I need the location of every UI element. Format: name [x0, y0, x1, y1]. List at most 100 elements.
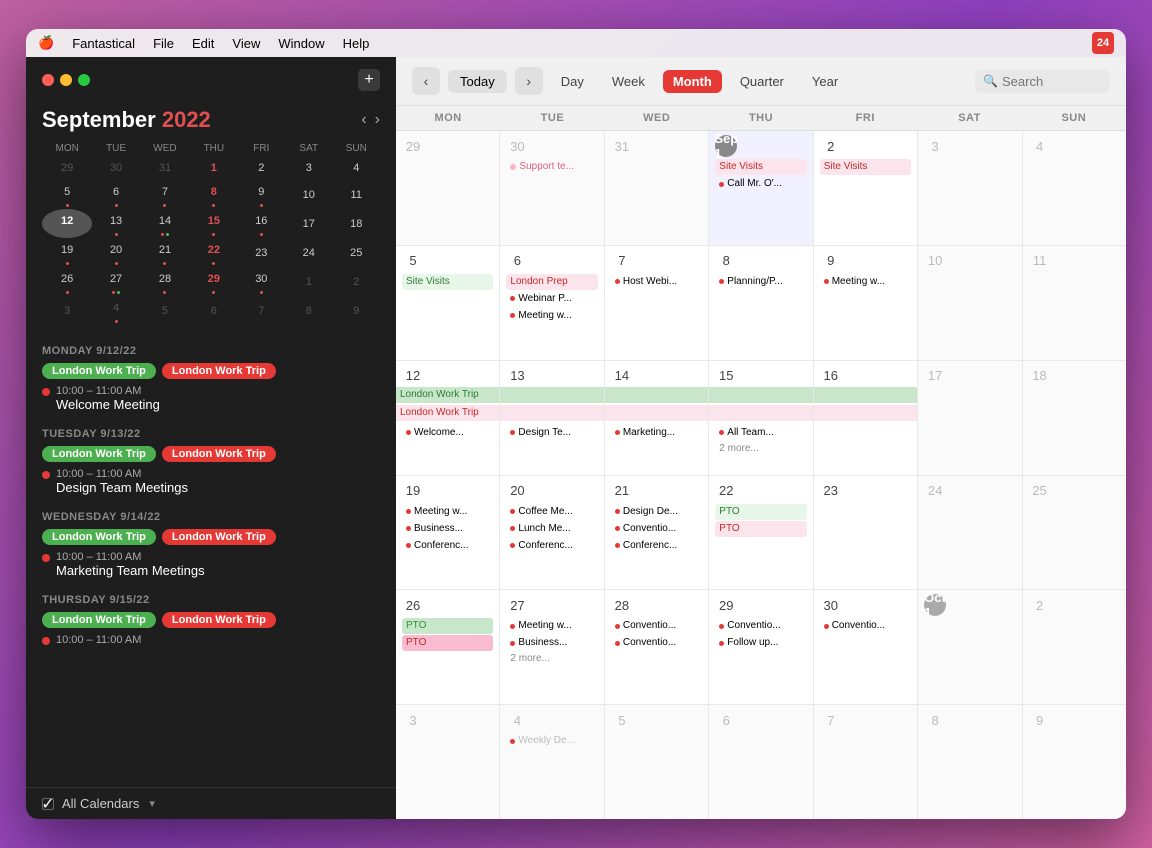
- more-events[interactable]: 2 more...: [715, 442, 806, 455]
- sidebar-footer[interactable]: ✓ All Calendars ▾: [26, 787, 396, 819]
- list-item[interactable]: Site Visits: [820, 159, 911, 175]
- cal-day-sep10[interactable]: 10: [918, 246, 1021, 360]
- badge-london-green[interactable]: London Work Trip: [42, 363, 156, 379]
- cal-day-sep11[interactable]: 11: [1023, 246, 1126, 360]
- list-item[interactable]: Site Visits: [402, 274, 493, 290]
- badge-london-green[interactable]: London Work Trip: [42, 612, 156, 628]
- span-event-pink[interactable]: London Work Trip: [396, 405, 499, 421]
- list-item[interactable]: Conventio...: [611, 635, 702, 651]
- span-event-green[interactable]: London Work Trip: [396, 387, 499, 403]
- list-item[interactable]: Support te...: [506, 159, 597, 175]
- cal-day-sep28[interactable]: 28 Conventio... Conventio...: [605, 590, 708, 704]
- list-item[interactable]: 10:00 – 11:00 AM Marketing Team Meetings: [42, 551, 380, 578]
- badge-london-red[interactable]: London Work Trip: [162, 363, 276, 379]
- list-item[interactable]: 10:00 – 11:00 AM: [42, 634, 380, 646]
- list-item[interactable]: PTO: [715, 504, 806, 520]
- list-item[interactable]: London Prep: [506, 274, 597, 290]
- cal-day-oct5[interactable]: 5: [605, 705, 708, 819]
- cal-day-sep18[interactable]: 18: [1023, 361, 1126, 475]
- all-calendars-checkbox[interactable]: ✓: [42, 798, 54, 810]
- list-item[interactable]: Conventio...: [715, 618, 806, 634]
- list-item[interactable]: 10:00 – 11:00 AM Design Team Meetings: [42, 468, 380, 495]
- cal-day-sep12[interactable]: 12 London Work Trip London Work Trip Wel…: [396, 361, 499, 475]
- list-item[interactable]: PTO: [402, 635, 493, 651]
- cal-day-oct4[interactable]: 4 Weekly De...: [500, 705, 603, 819]
- list-item[interactable]: Conferenc...: [611, 538, 702, 554]
- list-item[interactable]: PTO: [402, 618, 493, 634]
- search-input[interactable]: [1002, 74, 1102, 89]
- prev-button[interactable]: ‹: [412, 67, 440, 95]
- cal-day-sep17[interactable]: 17: [918, 361, 1021, 475]
- list-item[interactable]: Conventio...: [611, 618, 702, 634]
- badge-london-red[interactable]: London Work Trip: [162, 446, 276, 462]
- list-item[interactable]: Host Webi...: [611, 274, 702, 290]
- list-item[interactable]: Site Visits: [715, 159, 806, 175]
- list-item[interactable]: All Team...: [715, 425, 806, 441]
- list-item[interactable]: Weekly De...: [506, 733, 597, 749]
- list-item[interactable]: Design De...: [611, 504, 702, 520]
- maximize-button[interactable]: [78, 74, 90, 86]
- list-item[interactable]: Meeting w...: [820, 274, 911, 290]
- cal-day-sep22[interactable]: 22 PTO PTO: [709, 476, 812, 590]
- cal-day-sep8[interactable]: 8 Planning/P...: [709, 246, 812, 360]
- list-item[interactable]: Follow up...: [715, 635, 806, 651]
- cal-day-oct6[interactable]: 6: [709, 705, 812, 819]
- cal-day-sep5[interactable]: 5 Site Visits: [396, 246, 499, 360]
- cal-day-sep24[interactable]: 24: [918, 476, 1021, 590]
- list-item[interactable]: Conferenc...: [506, 538, 597, 554]
- list-item[interactable]: Planning/P...: [715, 274, 806, 290]
- list-item[interactable]: Meeting w...: [506, 308, 597, 324]
- add-event-button[interactable]: +: [358, 69, 380, 91]
- minimize-button[interactable]: [60, 74, 72, 86]
- menu-view[interactable]: View: [232, 36, 260, 51]
- cal-day-sep21[interactable]: 21 Design De... Conventio... Conferenc..…: [605, 476, 708, 590]
- more-events[interactable]: 2 more...: [506, 652, 597, 665]
- cal-day-sep13[interactable]: 13 Design Te...: [500, 361, 603, 475]
- list-item[interactable]: Meeting w...: [506, 618, 597, 634]
- cal-day-sep4[interactable]: 4: [1023, 131, 1126, 245]
- menu-edit[interactable]: Edit: [192, 36, 214, 51]
- list-item[interactable]: Webinar P...: [506, 291, 597, 307]
- list-item[interactable]: Design Te...: [506, 425, 597, 441]
- list-item[interactable]: Call Mr. O'...: [715, 176, 806, 192]
- cal-day-sep3[interactable]: 3: [918, 131, 1021, 245]
- cal-day-sep25[interactable]: 25: [1023, 476, 1126, 590]
- cal-day-aug30[interactable]: 30 Support te...: [500, 131, 603, 245]
- cal-day-oct8[interactable]: 8: [918, 705, 1021, 819]
- close-button[interactable]: [42, 74, 54, 86]
- cal-day-sep2[interactable]: 2 Site Visits: [814, 131, 917, 245]
- cal-day-sep1[interactable]: Sep 1 Site Visits Call Mr. O'...: [709, 131, 812, 245]
- badge-london-red[interactable]: London Work Trip: [162, 612, 276, 628]
- list-item[interactable]: Welcome...: [402, 425, 493, 441]
- badge-london-green[interactable]: London Work Trip: [42, 446, 156, 462]
- view-day-button[interactable]: Day: [551, 70, 594, 93]
- cal-day-sep23[interactable]: 23: [814, 476, 917, 590]
- cal-day-oct7[interactable]: 7: [814, 705, 917, 819]
- list-item[interactable]: Meeting w...: [402, 504, 493, 520]
- badge-london-red[interactable]: London Work Trip: [162, 529, 276, 545]
- list-item[interactable]: Business...: [506, 635, 597, 651]
- menu-file[interactable]: File: [153, 36, 174, 51]
- mini-cal-next[interactable]: ›: [375, 111, 380, 129]
- cal-day-sep20[interactable]: 20 Coffee Me... Lunch Me... Conferenc...: [500, 476, 603, 590]
- badge-london-green[interactable]: London Work Trip: [42, 529, 156, 545]
- cal-day-sep6[interactable]: 6 London Prep Webinar P... Meeting w...: [500, 246, 603, 360]
- cal-day-sep26[interactable]: 26 PTO PTO: [396, 590, 499, 704]
- menu-window[interactable]: Window: [278, 36, 324, 51]
- cal-day-sep9[interactable]: 9 Meeting w...: [814, 246, 917, 360]
- cal-day-oct2[interactable]: 2: [1023, 590, 1126, 704]
- menu-help[interactable]: Help: [343, 36, 370, 51]
- list-item[interactable]: Marketing...: [611, 425, 702, 441]
- cal-day-sep7[interactable]: 7 Host Webi...: [605, 246, 708, 360]
- view-quarter-button[interactable]: Quarter: [730, 70, 794, 93]
- cal-day-sep27[interactable]: 27 Meeting w... Business... 2 more...: [500, 590, 603, 704]
- search-box[interactable]: 🔍: [975, 70, 1110, 93]
- list-item[interactable]: 10:00 – 11:00 AM Welcome Meeting: [42, 385, 380, 412]
- list-item[interactable]: Conventio...: [611, 521, 702, 537]
- cal-day-sep30[interactable]: 30 Conventio...: [814, 590, 917, 704]
- cal-day-sep15[interactable]: 15 All Team... 2 more...: [709, 361, 812, 475]
- next-button[interactable]: ›: [515, 67, 543, 95]
- cal-day-sep16[interactable]: 16: [814, 361, 917, 475]
- cal-day-sep29[interactable]: 29 Conventio... Follow up...: [709, 590, 812, 704]
- list-item[interactable]: PTO: [715, 521, 806, 537]
